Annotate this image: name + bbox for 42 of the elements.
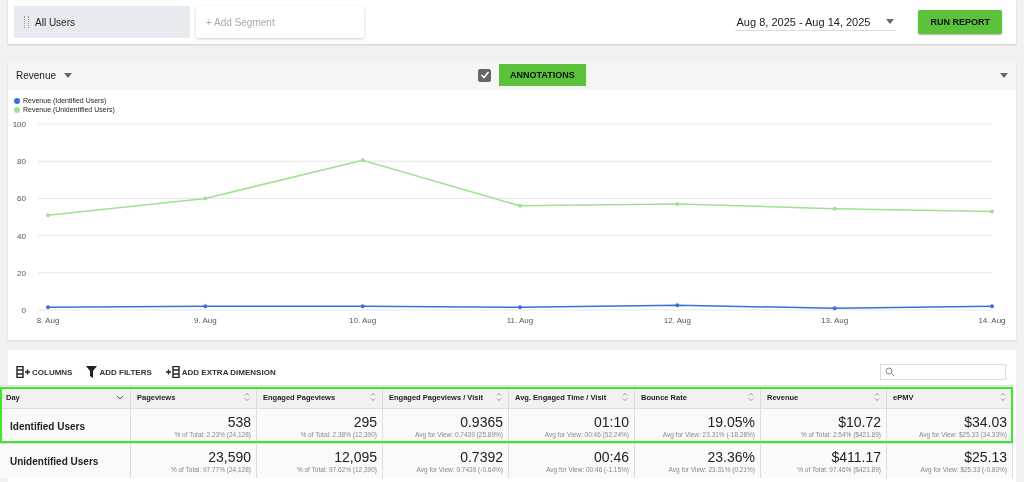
sort-icon <box>874 392 880 402</box>
sort-icon <box>1000 392 1006 402</box>
sort-icon <box>496 392 502 402</box>
x-tick-label: 13. Aug <box>821 316 849 325</box>
metric-dropdown[interactable]: Revenue <box>16 69 73 81</box>
y-tick-label: 100 <box>12 120 26 129</box>
annotations-button[interactable]: ANNOTATIONS <box>499 64 586 86</box>
annotations-checkbox[interactable] <box>478 68 491 82</box>
x-tick-label: 8. Aug <box>36 316 60 325</box>
columns-button[interactable]: COLUMNS <box>16 366 73 378</box>
y-tick-label: 40 <box>17 231 26 241</box>
x-tick-label: 12. Aug <box>663 316 691 325</box>
y-tick-label: 20 <box>17 268 26 278</box>
sort-icon <box>622 392 628 402</box>
drag-handle-icon[interactable] <box>24 16 29 28</box>
y-tick-label: 60 <box>17 194 26 204</box>
add-columns-icon <box>165 366 180 378</box>
segment-label: All Users <box>35 16 75 28</box>
x-tick-label: 10. Aug <box>349 316 377 325</box>
sort-icon <box>370 392 376 402</box>
sort-icon <box>748 392 754 402</box>
filter-icon <box>86 366 98 378</box>
y-tick-label: 80 <box>17 157 26 167</box>
segment-chip[interactable]: All Users <box>14 6 190 38</box>
date-range-picker[interactable]: Aug 8, 2025 - Aug 14, 2025 <box>734 13 897 31</box>
sort-icon <box>244 392 250 402</box>
add-filters-button[interactable]: ADD FILTERS <box>86 366 152 378</box>
x-tick-label: 14. Aug <box>978 316 1006 325</box>
chevron-icon <box>116 394 124 400</box>
x-tick-label: 11. Aug <box>506 316 534 325</box>
x-tick-label: 9. Aug <box>194 316 217 325</box>
row-label: Unidentified Users <box>0 444 131 478</box>
y-tick-label: 0 <box>21 306 26 315</box>
run-report-button[interactable]: RUN REPORT <box>918 10 1002 34</box>
caret-icon <box>64 72 73 78</box>
search-icon <box>885 367 895 377</box>
columns-icon <box>16 366 30 378</box>
collapse-caret-icon[interactable] <box>1000 72 1008 78</box>
row-label: Identified Users <box>0 409 131 443</box>
add-dimension-button[interactable]: ADD EXTRA DIMENSION <box>165 366 276 378</box>
caret-icon <box>886 19 895 24</box>
search-field[interactable] <box>880 364 1006 380</box>
